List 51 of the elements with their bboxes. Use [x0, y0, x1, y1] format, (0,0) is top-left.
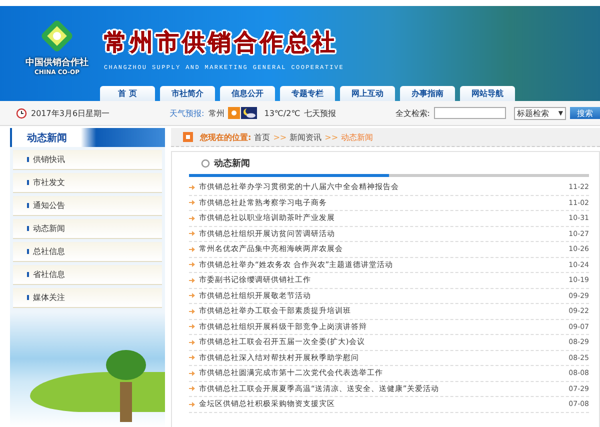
sidebar-item[interactable]: 供销快讯	[13, 150, 162, 170]
arrow-bullet-icon	[189, 386, 195, 392]
sidebar-item[interactable]: 动态新闻	[13, 219, 162, 239]
sidebar-item[interactable]: 总社信息	[13, 242, 162, 262]
sidebar-header: 动态新闻	[10, 128, 165, 147]
arrow-bullet-icon	[189, 216, 195, 221]
clock-icon	[16, 108, 27, 118]
arrow-bullet-icon	[189, 340, 195, 345]
nav-tab[interactable]: 首 页	[100, 86, 155, 101]
sidebar-item[interactable]: 媒体关注	[13, 288, 162, 308]
nav-tab[interactable]: 网站导航	[460, 86, 515, 101]
temperature: 13℃/2℃	[264, 108, 300, 118]
location-icon	[183, 132, 193, 142]
sidebar-item[interactable]: 省社信息	[13, 265, 162, 285]
sidebar-item[interactable]: 通知公告	[13, 196, 162, 216]
logo-text: 中国供销合作社	[26, 56, 88, 69]
breadcrumb-label: 您现在的位置:	[200, 132, 252, 142]
site-title: 常州市供销合作总社	[104, 29, 339, 58]
sidebar-item[interactable]: 市社发文	[13, 173, 162, 193]
sun-icon	[228, 107, 240, 119]
search-label: 全文检索:	[395, 108, 430, 118]
search-field[interactable]	[434, 107, 506, 119]
weather-city: 常州	[208, 108, 224, 118]
arrow-bullet-icon	[189, 184, 195, 190]
arrow-bullet-icon	[189, 231, 195, 236]
nav-tab[interactable]: 信息公开	[220, 86, 275, 101]
arrow-bullet-icon	[189, 370, 195, 376]
arrow-bullet-icon	[189, 262, 195, 268]
weather-label: 天气预报:	[170, 108, 204, 118]
circle-bullet-icon	[201, 158, 210, 168]
arrow-bullet-icon	[189, 402, 195, 407]
breadcrumb-separator: >>	[324, 132, 338, 142]
nav-tab[interactable]: 市社简介	[160, 86, 215, 101]
arrow-bullet-icon	[189, 246, 195, 252]
arrow-bullet-icon	[189, 293, 195, 298]
search-button[interactable]: 搜索	[570, 107, 600, 119]
nav-tab[interactable]: 专题专栏	[280, 86, 335, 101]
forecast-link[interactable]: 七天预报	[304, 108, 336, 118]
breadcrumb-separator: >>	[273, 132, 287, 142]
arrow-bullet-icon	[189, 355, 195, 360]
nav-tab[interactable]: 网上互动	[340, 86, 395, 101]
moon-cloud-icon	[241, 107, 258, 119]
arrow-bullet-icon	[189, 200, 195, 206]
arrow-bullet-icon	[189, 308, 195, 314]
nav-tab[interactable]: 办事指南	[400, 86, 455, 101]
arrow-bullet-icon	[189, 278, 195, 283]
panel-title: 动态新闻	[214, 157, 250, 170]
breadcrumb-link[interactable]: 首页	[254, 132, 270, 142]
current-date: 2017年3月6日星期一	[31, 108, 110, 118]
arrow-bullet-icon	[189, 324, 195, 330]
breadcrumb-link[interactable]: 新闻资讯	[290, 132, 322, 142]
